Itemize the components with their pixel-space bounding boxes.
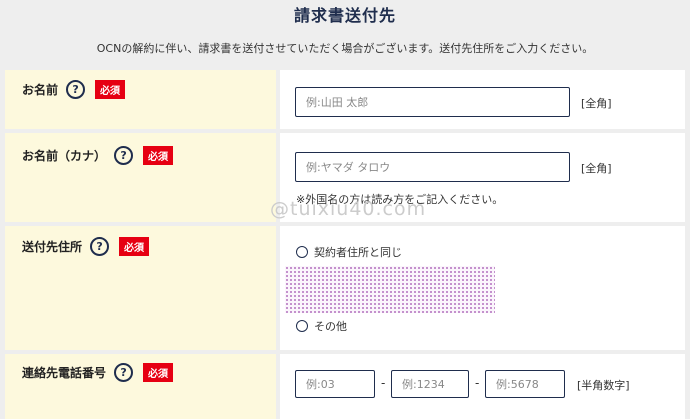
watermark: @tuixiu40.com — [270, 198, 427, 220]
name-label: お名前 — [22, 83, 59, 97]
help-icon[interactable]: ? — [114, 363, 134, 382]
address-option-other[interactable]: その他 — [296, 318, 347, 334]
name-unit: [全角] — [581, 97, 612, 110]
phone-unit: [半角数字] — [577, 379, 630, 392]
page-title: 請求書送付先 — [293, 6, 396, 25]
phone-area-input[interactable] — [295, 370, 375, 398]
required-badge: 必須 — [95, 80, 126, 99]
name-kana-label-cell: お名前（カナ） ? 必須 — [5, 133, 276, 222]
phone-separator: - — [475, 376, 480, 390]
phone-label-cell: 連絡先電話番号 ? 必須 — [5, 354, 276, 419]
phone-number-input[interactable] — [485, 370, 565, 398]
address-option-label: その他 — [314, 320, 347, 333]
phone-label: 連絡先電話番号 — [22, 366, 107, 380]
required-badge: 必須 — [143, 146, 174, 165]
phone-row: 連絡先電話番号 ? 必須 - - [半角数字] — [5, 354, 685, 419]
name-row: お名前 ? 必須 [全角] — [5, 70, 685, 129]
name-kana-unit: [全角] — [581, 162, 612, 175]
help-icon[interactable]: ? — [114, 146, 134, 165]
phone-separator: - — [381, 376, 386, 390]
help-icon[interactable]: ? — [66, 80, 86, 99]
radio-circle-icon — [296, 320, 308, 332]
intro-text: OCNの解約に伴い、請求書を送付させていただく場合がございます。送付先住所をご入… — [96, 42, 594, 55]
dotted-placeholder-area — [285, 266, 495, 313]
radio-circle-icon — [296, 246, 308, 258]
address-label-cell: 送付先住所 ? 必須 — [5, 226, 276, 350]
required-badge: 必須 — [119, 237, 150, 256]
name-label-group: お名前 ? 必須 — [22, 80, 126, 99]
name-kana-input[interactable] — [295, 152, 570, 182]
name-kana-label-group: お名前（カナ） ? 必須 — [22, 146, 174, 165]
name-label-cell: お名前 ? 必須 — [5, 70, 276, 129]
name-input[interactable] — [295, 87, 570, 117]
address-option-label: 契約者住所と同じ — [314, 246, 402, 259]
name-kana-label: お名前（カナ） — [22, 149, 107, 163]
address-label-group: 送付先住所 ? 必須 — [22, 237, 150, 256]
phone-label-group: 連絡先電話番号 ? 必須 — [22, 363, 174, 382]
address-label: 送付先住所 — [22, 240, 83, 254]
required-badge: 必須 — [143, 363, 174, 382]
address-option-same[interactable]: 契約者住所と同じ — [296, 244, 402, 260]
help-icon[interactable]: ? — [90, 237, 110, 256]
phone-exchange-input[interactable] — [391, 370, 469, 398]
